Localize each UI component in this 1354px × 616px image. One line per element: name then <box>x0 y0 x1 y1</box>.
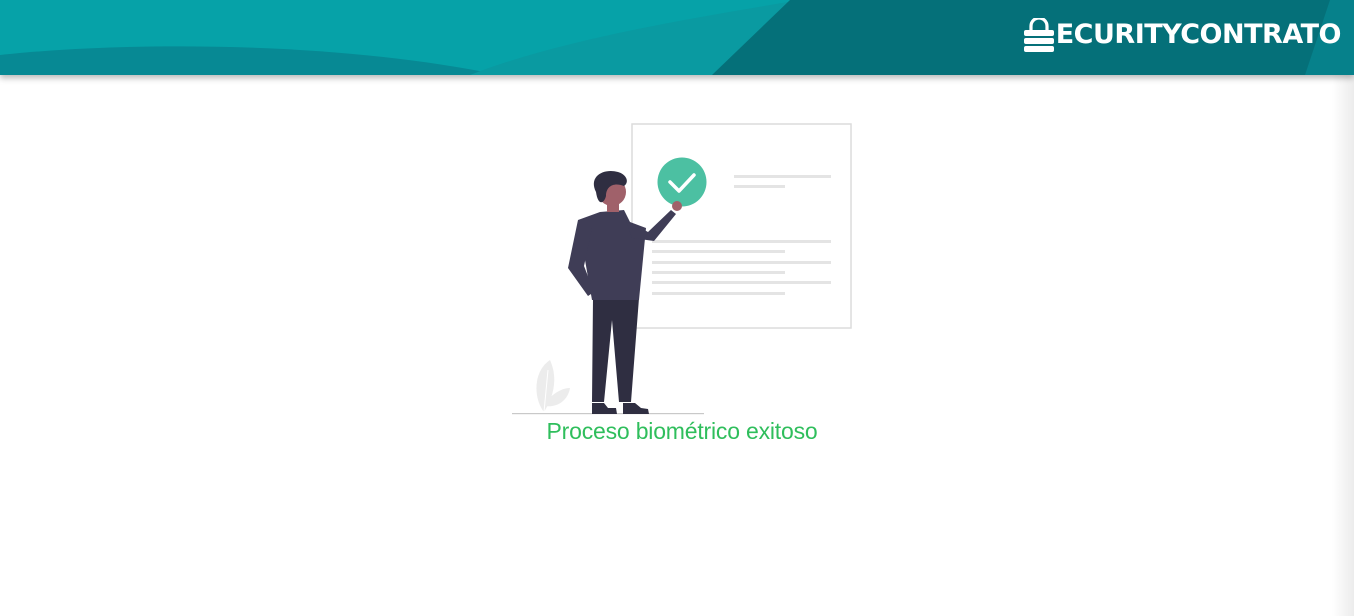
check-badge <box>657 157 707 207</box>
padlock-s-icon <box>1023 16 1055 52</box>
status-message: Proceso biométrico exitoso <box>546 418 818 444</box>
brand-logo: ECURITYCONTRATO <box>1023 16 1342 53</box>
page: ECURITYCONTRATO Proceso biométrico exito… <box>0 0 1354 616</box>
right-edge-shade <box>1332 75 1354 616</box>
brand-name: ECURITYCONTRATO <box>1055 19 1342 50</box>
header-banner: ECURITYCONTRATO <box>0 0 1354 75</box>
person-verifying-document-illustration <box>508 120 858 418</box>
